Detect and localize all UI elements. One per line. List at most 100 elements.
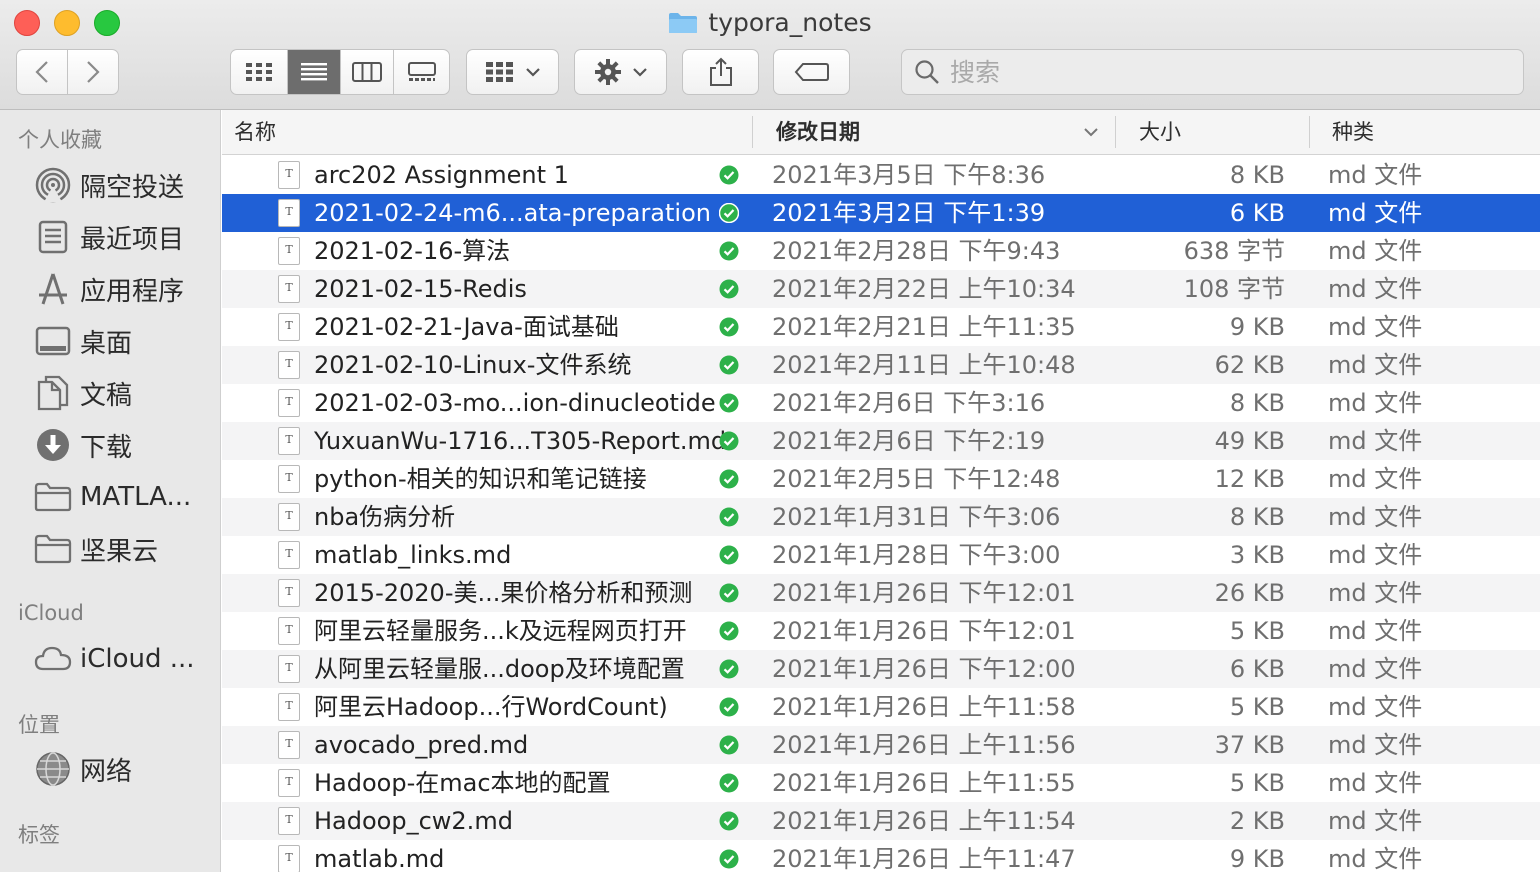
markdown-file-icon: T (278, 351, 300, 379)
column-divider[interactable] (752, 116, 753, 148)
file-kind: md 文件 (1328, 237, 1423, 265)
column-header: 名称 修改日期 大小 种类 (222, 110, 1540, 155)
sidebar-item-network[interactable]: 网络 (34, 747, 214, 791)
sidebar-item-applications[interactable]: 应用程序 (34, 267, 214, 311)
sidebar-item-icloud-drive[interactable]: iCloud ... (34, 637, 214, 681)
sidebar-item-documents[interactable]: 文稿 (34, 371, 214, 415)
gallery-icon (407, 62, 436, 81)
markdown-file-icon: T (278, 541, 300, 569)
sync-check-icon (719, 393, 739, 413)
back-button[interactable] (17, 50, 68, 94)
search-input[interactable] (950, 57, 1510, 87)
file-row[interactable]: Tmatlab.md 2021年1月26日 上午11:47 9 KB md 文件 (222, 840, 1540, 872)
sidebar-item-airdrop[interactable]: 隔空投送 (34, 163, 214, 207)
file-row[interactable]: T YuxuanWu-1716...T305-Report.md 2021年2月6日… (222, 422, 1540, 460)
gallery-view-button[interactable] (394, 50, 449, 94)
file-row[interactable]: T 2021-02-03-mo...ion-dinucleotide 2021年2月… (222, 384, 1540, 422)
markdown-file-icon: T (278, 579, 300, 607)
file-name: python-相关的知识和笔记链接 (314, 465, 647, 493)
sync-check-icon (719, 773, 739, 793)
column-divider[interactable] (1309, 116, 1310, 148)
markdown-file-icon: T (278, 161, 300, 189)
airdrop-icon (34, 166, 72, 204)
chevron-right-icon (86, 61, 100, 83)
sync-check-icon (719, 165, 739, 185)
column-divider[interactable] (1115, 116, 1116, 148)
file-kind: md 文件 (1328, 161, 1423, 189)
window-title-text: typora_notes (708, 8, 872, 37)
file-kind: md 文件 (1328, 617, 1423, 645)
file-kind: md 文件 (1328, 199, 1423, 227)
markdown-file-icon: T (278, 617, 300, 645)
file-row[interactable]: T 从阿里云轻量服...doop及环境配置 2021年1月26日 下午12:00 6 … (222, 650, 1540, 688)
list-view-button[interactable] (288, 50, 341, 94)
file-row[interactable]: T Hadoop-在mac本地的配置 2021年1月26日 上午11:55 5 KB m… (222, 764, 1540, 802)
file-date: 2021年1月26日 下午12:00 (772, 655, 1076, 683)
file-row[interactable]: T 阿里云Hadoop...行WordCount) 2021年1月26日 上午11:… (222, 688, 1540, 726)
file-date: 2021年2月11日 上午10:48 (772, 351, 1076, 379)
file-size: 3 KB (1229, 541, 1285, 569)
file-row[interactable]: T 2021-02-15-Redis 2021年2月22日 上午10:34 108 字… (222, 270, 1540, 308)
sidebar-item-label: 坚果云 (80, 536, 159, 567)
file-row[interactable]: T 2021-02-24-m6...ata-preparation 2021年3月2… (222, 194, 1540, 232)
file-row[interactable]: Tarc202 Assignment 1 2021年3月5日 下午8:36 8 KB… (222, 156, 1540, 194)
sync-check-icon (719, 507, 739, 527)
sync-check-icon (719, 583, 739, 603)
file-row[interactable]: Tmatlab_links.md 2021年1月28日 下午3:00 3 KB md … (222, 536, 1540, 574)
file-kind: md 文件 (1328, 579, 1423, 607)
sync-check-icon (719, 355, 739, 375)
file-date: 2021年1月26日 下午12:01 (772, 579, 1076, 607)
share-button[interactable] (682, 49, 759, 95)
network-icon (34, 750, 72, 788)
markdown-file-icon: T (278, 845, 300, 872)
forward-button[interactable] (68, 50, 119, 94)
sidebar-item-desktop[interactable]: 桌面 (34, 319, 214, 363)
toolbar: typora_notes (0, 0, 1540, 110)
file-kind: md 文件 (1328, 845, 1423, 872)
sidebar-item-label: 下载 (80, 432, 133, 463)
file-name: arc202 Assignment 1 (314, 161, 569, 189)
file-row[interactable]: T 2015-2020-美...果价格分析和预测 2021年1月26日 下午12:0… (222, 574, 1540, 612)
file-name: 2021-02-24-m6...ata-preparation (314, 199, 711, 227)
markdown-file-icon: T (278, 389, 300, 417)
column-view-button[interactable] (341, 50, 394, 94)
sidebar-section-tags: 标签 (18, 823, 60, 847)
group-by-button[interactable] (466, 49, 559, 95)
markdown-file-icon: T (278, 313, 300, 341)
sidebar-item-matlab[interactable]: MATLA... (34, 475, 214, 519)
file-row[interactable]: Tavocado_pred.md 2021年1月26日 上午11:56 37 KB m… (222, 726, 1540, 764)
file-name: YuxuanWu-1716...T305-Report.md (314, 427, 727, 455)
file-row[interactable]: T 阿里云轻量服务...k及远程网页打开 2021年1月26日 下午12:01 5 K… (222, 612, 1540, 650)
file-date: 2021年1月26日 上午11:55 (772, 769, 1076, 797)
file-row[interactable]: Tpython-相关的知识和笔记链接 2021年2月5日 下午12:48 12 KB… (222, 460, 1540, 498)
markdown-file-icon: T (278, 693, 300, 721)
file-row[interactable]: T 2021-02-21-Java-面试基础 2021年2月21日 上午11:35 9… (222, 308, 1540, 346)
sidebar-item-jianguoyun[interactable]: 坚果云 (34, 527, 214, 571)
sidebar-item-downloads[interactable]: 下载 (34, 423, 214, 467)
column-header-size[interactable]: 大小 (1139, 110, 1181, 154)
sync-check-icon (719, 241, 739, 261)
column-header-kind[interactable]: 种类 (1332, 110, 1374, 154)
edit-tags-button[interactable] (773, 49, 850, 95)
action-menu-button[interactable] (574, 49, 667, 95)
file-list: Tarc202 Assignment 1 2021年3月5日 下午8:36 8 KB… (222, 156, 1540, 872)
file-date: 2021年2月28日 下午9:43 (772, 237, 1061, 265)
markdown-file-icon: T (278, 769, 300, 797)
file-row[interactable]: Tnba伤病分析 2021年1月31日 下午3:06 8 KB md 文件 (222, 498, 1540, 536)
file-row[interactable]: T Hadoop_cw2.md 2021年1月26日 上午11:54 2 KB md 文… (222, 802, 1540, 840)
column-header-date[interactable]: 修改日期 (776, 110, 860, 154)
column-header-name[interactable]: 名称 (234, 110, 276, 154)
icon-view-button[interactable] (231, 50, 288, 94)
file-row[interactable]: T 2021-02-16-算法 2021年2月28日 下午9:43 638 字节 md … (222, 232, 1540, 270)
folder-icon (34, 530, 72, 568)
file-date: 2021年1月26日 上午11:54 (772, 807, 1076, 835)
search-field[interactable] (901, 49, 1524, 95)
file-size: 638 字节 (1183, 237, 1285, 265)
file-size: 6 KB (1229, 199, 1285, 227)
file-size: 8 KB (1229, 503, 1285, 531)
sidebar-item-recents[interactable]: 最近项目 (34, 215, 214, 259)
sidebar-section-icloud: iCloud (18, 601, 84, 625)
file-kind: md 文件 (1328, 655, 1423, 683)
sync-check-icon (719, 469, 739, 489)
file-row[interactable]: T 2021-02-10-Linux-文件系统 2021年2月11日 上午10:48… (222, 346, 1540, 384)
